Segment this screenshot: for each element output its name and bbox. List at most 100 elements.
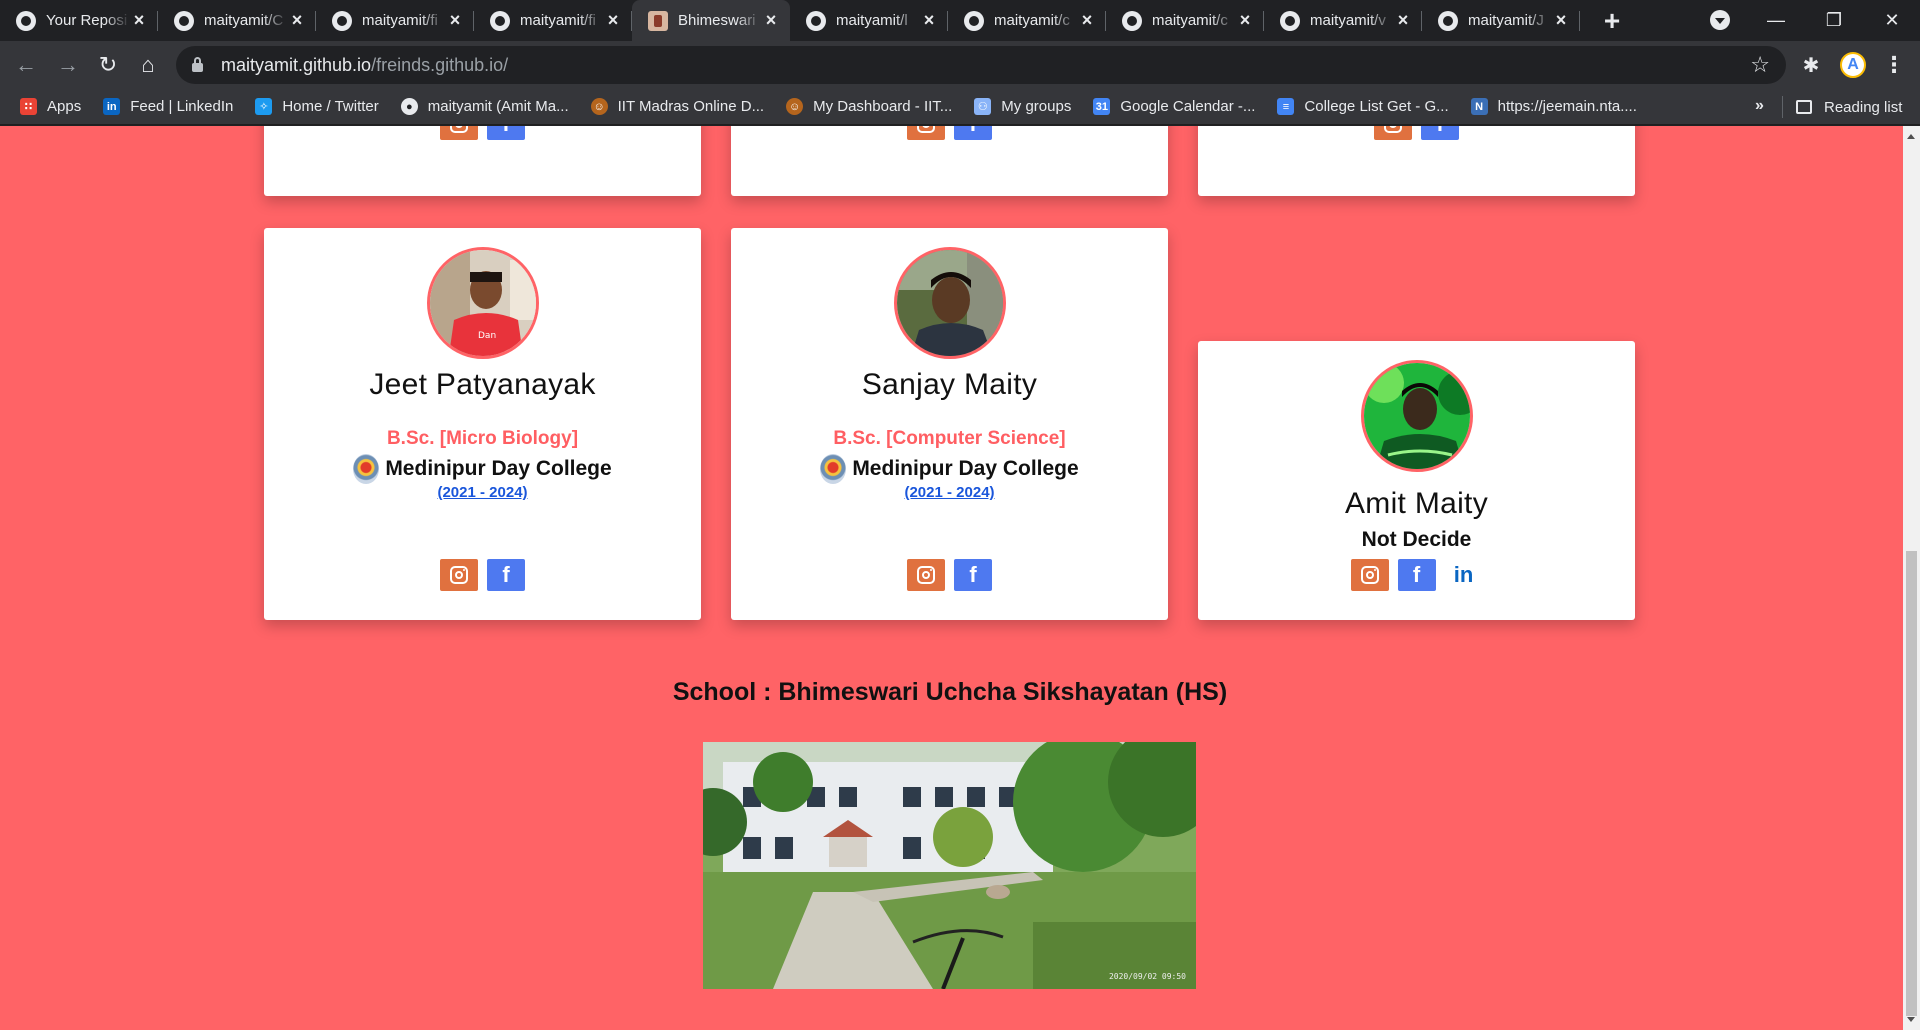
- school-title: School : Bhimeswari Uchcha Sikshayatan (…: [672, 678, 1228, 706]
- apps-grid-icon: ∷: [20, 98, 37, 115]
- browser-menu-icon[interactable]: ⋮: [1880, 51, 1908, 79]
- scroll-up-icon[interactable]: [1907, 134, 1915, 139]
- friend-photo: Dan: [426, 247, 539, 359]
- instagram-icon[interactable]: [1374, 126, 1412, 140]
- extensions-icon[interactable]: ✱: [1797, 51, 1825, 79]
- close-tab-icon[interactable]: ×: [446, 10, 464, 30]
- instagram-icon[interactable]: [440, 559, 478, 591]
- bookmark-item[interactable]: ☺ My Dashboard - IIT...: [786, 98, 952, 115]
- page-scrollbar[interactable]: [1903, 126, 1920, 1030]
- iitm-logo-icon: ☺: [590, 98, 608, 115]
- browser-tab[interactable]: maityamit/c ×: [1106, 0, 1264, 41]
- browser-tab[interactable]: maityamit/c ×: [948, 0, 1106, 41]
- restore-icon[interactable]: ❐: [1806, 0, 1862, 41]
- linkedin-icon[interactable]: in: [1445, 559, 1483, 591]
- github-icon: [1122, 10, 1142, 31]
- scrollbar-thumb[interactable]: [1906, 551, 1917, 1016]
- linkedin-icon: in: [103, 98, 121, 115]
- browser-tab[interactable]: maityamit/l ×: [790, 0, 948, 41]
- instagram-icon[interactable]: [1350, 559, 1389, 591]
- close-tab-icon[interactable]: ×: [762, 10, 780, 30]
- reading-list-label: Reading list: [1824, 98, 1903, 116]
- browser-tab[interactable]: maityamit/C ×: [158, 0, 316, 41]
- bookmark-item[interactable]: ☺ IIT Madras Online D...: [590, 98, 764, 115]
- facebook-icon[interactable]: f: [954, 559, 992, 591]
- close-tab-icon[interactable]: ×: [130, 10, 148, 30]
- reading-list-button[interactable]: Reading list: [1796, 89, 1902, 125]
- facebook-icon[interactable]: f: [1397, 559, 1436, 591]
- tab-title: maityamit/J: [1468, 12, 1544, 29]
- college-emblem-icon: [820, 454, 847, 484]
- browser-tab[interactable]: Bhimeswari ×: [632, 0, 790, 41]
- url-text[interactable]: maityamit.github.io/freinds.github.io/: [221, 55, 508, 76]
- tab-title: maityamit/c: [1152, 12, 1228, 29]
- bookmarks-divider: [1782, 96, 1783, 118]
- facebook-icon[interactable]: f: [1421, 126, 1459, 140]
- close-tab-icon[interactable]: ×: [288, 10, 306, 30]
- close-tab-icon[interactable]: ×: [1552, 10, 1570, 30]
- bookmark-item[interactable]: ∷ Apps: [20, 98, 81, 115]
- tab-title: maityamit/l: [836, 12, 908, 29]
- bookmark-label: College List Get - G...: [1304, 98, 1449, 115]
- instagram-icon[interactable]: [440, 126, 478, 140]
- github-icon: [1280, 10, 1300, 31]
- facebook-icon[interactable]: f: [487, 126, 525, 140]
- friend-card-top-right: f: [1198, 126, 1635, 196]
- friend-card-sanjay: Sanjay Maity B.Sc. [Computer Science] Me…: [731, 228, 1168, 620]
- new-tab-icon[interactable]: +: [1592, 0, 1632, 41]
- back-icon[interactable]: ←: [10, 49, 42, 81]
- lock-icon[interactable]: [192, 56, 203, 72]
- browser-tab[interactable]: Your Reposi ×: [0, 0, 158, 41]
- friend-card-jeet: Dan Jeet Patyanayak B.Sc. [Micro Biology…: [264, 228, 701, 620]
- scroll-down-icon[interactable]: [1907, 1017, 1915, 1022]
- bookmark-star-icon[interactable]: ☆: [1750, 52, 1770, 78]
- more-bookmarks-icon[interactable]: »: [1755, 97, 1764, 115]
- close-tab-icon[interactable]: ×: [1394, 10, 1412, 30]
- close-tab-icon[interactable]: ×: [1078, 10, 1096, 30]
- friend-photo: [893, 247, 1006, 359]
- bookmark-label: My groups: [1001, 98, 1072, 115]
- browser-tab[interactable]: maityamit/v ×: [1264, 0, 1422, 41]
- bookmark-item[interactable]: ✧ Home / Twitter: [255, 98, 379, 115]
- browser-tab[interactable]: maityamit/fi ×: [474, 0, 632, 41]
- groups-icon: ⚇: [974, 98, 992, 115]
- bookmark-item[interactable]: Nhttps://jeemain.nta....: [1470, 98, 1637, 115]
- facebook-icon[interactable]: f: [487, 559, 525, 591]
- close-tab-icon[interactable]: ×: [604, 10, 622, 30]
- friend-name: Amit Maity: [1344, 487, 1488, 520]
- browser-tab[interactable]: maityamit/fi ×: [316, 0, 474, 41]
- friend-college: Medinipur Day College: [731, 454, 1168, 484]
- social-links: f in: [1198, 559, 1635, 591]
- bookmark-label: Google Calendar -...: [1120, 98, 1256, 115]
- forward-icon[interactable]: →: [52, 49, 84, 81]
- bookmark-item[interactable]: in Feed | LinkedIn: [103, 98, 233, 115]
- bookmark-item[interactable]: ⚇ My groups: [974, 98, 1071, 115]
- school-logo-icon: [648, 10, 668, 31]
- bookmark-item[interactable]: ≡ College List Get - G...: [1277, 98, 1449, 115]
- facebook-icon[interactable]: f: [954, 126, 992, 140]
- bookmark-label: My Dashboard - IIT...: [813, 98, 953, 115]
- tab-search-icon[interactable]: [1710, 10, 1730, 30]
- home-icon[interactable]: ⌂: [132, 49, 164, 81]
- instagram-icon[interactable]: [907, 559, 945, 591]
- browser-tab[interactable]: maityamit/J ×: [1422, 0, 1580, 41]
- friend-college: Medinipur Day College: [264, 454, 701, 484]
- iitm-logo-icon: ☺: [786, 98, 804, 115]
- address-bar[interactable]: maityamit.github.io/freinds.github.io/ ☆: [176, 46, 1786, 84]
- minimize-icon[interactable]: —: [1748, 0, 1804, 41]
- github-icon: [1438, 10, 1458, 31]
- social-links: f: [1198, 126, 1635, 140]
- nic-icon: N: [1470, 98, 1488, 115]
- github-icon: [490, 10, 510, 31]
- close-tab-icon[interactable]: ×: [920, 10, 938, 30]
- college-name: Medinipur Day College: [852, 457, 1079, 480]
- friend-session-link[interactable]: (2021 - 2024): [731, 484, 1168, 501]
- close-window-icon[interactable]: ✕: [1864, 0, 1920, 41]
- bookmark-item[interactable]: ● maityamit (Amit Ma...: [400, 98, 569, 115]
- profile-avatar[interactable]: A: [1840, 52, 1866, 78]
- reload-icon[interactable]: ↻: [92, 49, 124, 81]
- instagram-icon[interactable]: [907, 126, 945, 140]
- close-tab-icon[interactable]: ×: [1236, 10, 1254, 30]
- bookmark-item[interactable]: 31 Google Calendar -...: [1093, 98, 1255, 115]
- friend-session-link[interactable]: (2021 - 2024): [264, 484, 701, 501]
